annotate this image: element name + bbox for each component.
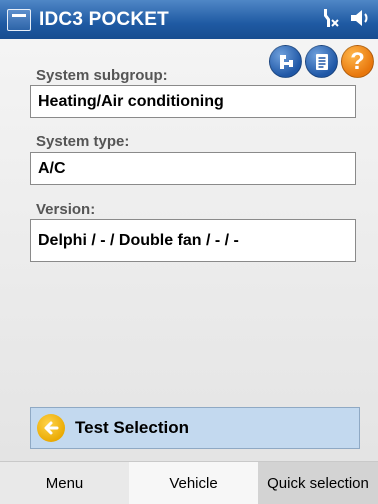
- connectivity-icon[interactable]: [318, 6, 342, 30]
- test-selection-label: Test Selection: [75, 418, 189, 437]
- arrow-left-icon: [37, 414, 65, 442]
- version-field[interactable]: Delphi / - / Double fan / - / -: [30, 219, 356, 262]
- document-icon[interactable]: [305, 45, 338, 78]
- system-subgroup-field[interactable]: Heating/Air conditioning: [30, 85, 356, 118]
- connection-icon[interactable]: [269, 45, 302, 78]
- app-title: IDC3 POCKET: [39, 8, 169, 30]
- toolbar: ?: [269, 45, 374, 78]
- help-icon[interactable]: ?: [341, 45, 374, 78]
- tab-menu[interactable]: Menu: [0, 462, 129, 504]
- test-selection-button[interactable]: Test Selection: [30, 407, 360, 449]
- title-bar: IDC3 POCKET: [0, 0, 378, 39]
- tab-quick-selection[interactable]: Quick selection: [258, 462, 378, 504]
- version-label: Version:: [36, 201, 96, 218]
- sound-icon[interactable]: [348, 6, 372, 30]
- system-type-field[interactable]: A/C: [30, 152, 356, 185]
- app-logo-icon[interactable]: [7, 8, 31, 31]
- main-content: ? System subgroup: Heating/Air condition…: [0, 39, 378, 461]
- system-type-label: System type:: [36, 133, 130, 150]
- system-subgroup-label: System subgroup:: [36, 67, 168, 84]
- tab-vehicle[interactable]: Vehicle: [129, 462, 258, 504]
- bottom-tab-bar: Menu Vehicle Quick selection: [0, 461, 378, 504]
